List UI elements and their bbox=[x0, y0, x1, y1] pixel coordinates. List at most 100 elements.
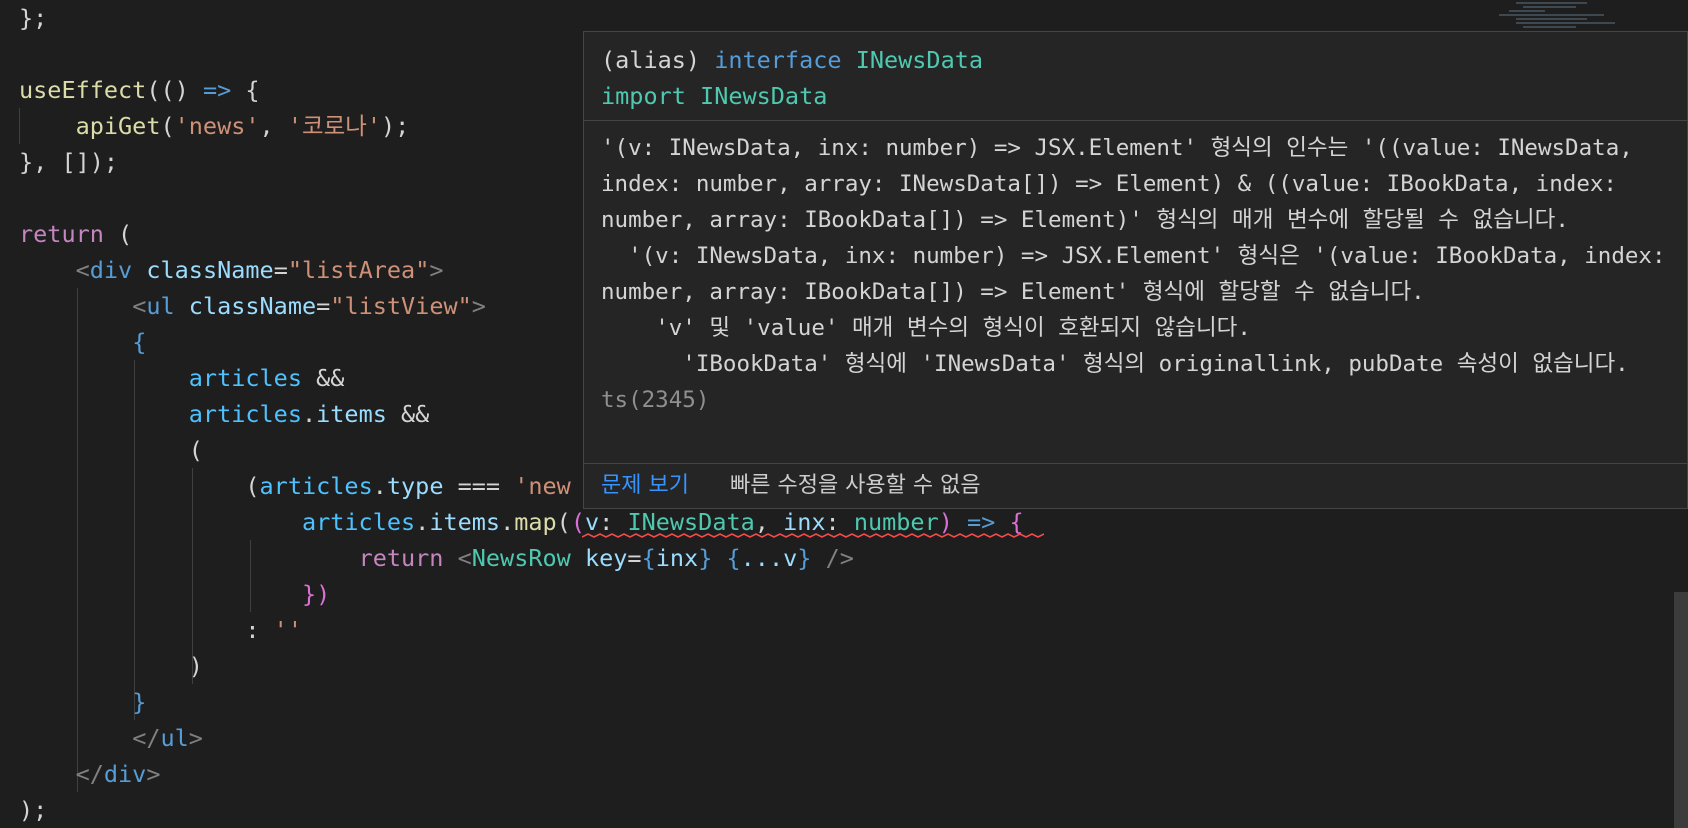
code-token: ul bbox=[146, 292, 175, 320]
code-token: ) bbox=[938, 508, 968, 536]
code-token: = bbox=[316, 292, 331, 320]
code-line[interactable]: ); bbox=[19, 792, 47, 828]
code-line[interactable]: ) bbox=[19, 648, 203, 684]
alias-prefix: (alias) bbox=[601, 46, 715, 74]
code-token: number bbox=[853, 508, 939, 536]
code-token: } bbox=[698, 544, 713, 572]
code-token: className bbox=[188, 292, 317, 320]
code-token: v bbox=[584, 508, 600, 536]
code-token: : bbox=[599, 508, 628, 536]
error-code: ts(2345) bbox=[601, 387, 710, 413]
code-token: inx bbox=[655, 544, 699, 572]
code-token: , bbox=[259, 112, 288, 140]
code-token: articles bbox=[301, 508, 416, 536]
code-token: ); bbox=[19, 796, 48, 824]
code-token: articles bbox=[188, 400, 302, 428]
code-token: => bbox=[202, 76, 232, 104]
code-token: items bbox=[429, 508, 501, 536]
code-token: return bbox=[19, 220, 104, 248]
code-token: ); bbox=[381, 112, 410, 140]
code-token: { bbox=[132, 328, 147, 356]
code-token: ( bbox=[188, 436, 203, 464]
code-line[interactable]: }) bbox=[19, 576, 330, 612]
scrollbar-thumb[interactable] bbox=[1674, 592, 1688, 828]
code-line[interactable]: <div className="listArea"> bbox=[19, 252, 444, 288]
code-token: ) bbox=[188, 652, 203, 680]
import-keyword: import bbox=[601, 82, 686, 110]
code-token: 'news' bbox=[174, 112, 260, 140]
code-token: { bbox=[726, 544, 741, 572]
code-token: div bbox=[103, 760, 147, 788]
code-line[interactable]: } bbox=[19, 684, 146, 720]
code-token: (() bbox=[146, 76, 203, 104]
code-token: articles bbox=[259, 472, 373, 500]
code-token: { bbox=[231, 76, 260, 104]
code-token: }; bbox=[19, 4, 48, 32]
code-line[interactable]: { bbox=[19, 324, 146, 360]
code-token: type bbox=[386, 472, 444, 500]
code-line[interactable]: articles && bbox=[19, 360, 345, 396]
code-token: div bbox=[89, 256, 133, 284]
code-line[interactable]: return ( bbox=[19, 216, 132, 252]
code-line[interactable]: </div> bbox=[19, 756, 161, 792]
code-token: 'new bbox=[514, 472, 571, 500]
code-line[interactable]: useEffect(() => { bbox=[19, 72, 260, 108]
code-line[interactable]: articles.items && bbox=[19, 396, 430, 432]
code-token: "listArea" bbox=[287, 256, 430, 284]
code-token: ( bbox=[160, 112, 175, 140]
code-line[interactable]: <ul className="listView"> bbox=[19, 288, 486, 324]
code-token: useEffect bbox=[19, 76, 147, 104]
code-line[interactable]: }, []); bbox=[19, 144, 118, 180]
code-line[interactable]: </ul> bbox=[19, 720, 203, 756]
error-message: '(v: INewsData, inx: number) => JSX.Elem… bbox=[601, 130, 1681, 418]
code-token: ( bbox=[245, 472, 260, 500]
code-token: ( bbox=[556, 508, 571, 536]
hover-status-bar: 문제 보기 빠른 수정을 사용할 수 없음 bbox=[584, 463, 1687, 508]
code-line[interactable]: apiGet('news', '코로나'); bbox=[19, 108, 410, 144]
code-token: > bbox=[429, 256, 444, 284]
code-token: ul bbox=[160, 724, 189, 752]
code-line[interactable]: }; bbox=[19, 0, 47, 36]
minimap[interactable] bbox=[1446, 0, 1622, 34]
code-token: . bbox=[415, 508, 430, 536]
hover-signature: (alias) interface INewsData import INews… bbox=[601, 42, 983, 114]
code-token: apiGet bbox=[75, 112, 161, 140]
code-token: . bbox=[500, 508, 515, 536]
code-token: : bbox=[825, 508, 854, 536]
code-token: inx bbox=[783, 508, 826, 536]
code-token: = bbox=[627, 544, 642, 572]
code-token: }, []); bbox=[19, 148, 119, 176]
code-token: . bbox=[301, 400, 317, 428]
code-line[interactable]: ( bbox=[19, 432, 203, 468]
code-line[interactable]: return <NewsRow key={inx} {...v} /> bbox=[19, 540, 854, 576]
code-token: < bbox=[457, 544, 472, 572]
view-problem-link[interactable]: 문제 보기 bbox=[601, 464, 689, 508]
code-line[interactable]: : '' bbox=[19, 612, 302, 648]
code-line[interactable]: (articles.type === 'new bbox=[19, 468, 571, 504]
no-quick-fix-label: 빠른 수정을 사용할 수 없음 bbox=[730, 473, 981, 498]
code-token: . bbox=[372, 472, 387, 500]
code-token: : bbox=[245, 616, 274, 644]
code-token: key bbox=[584, 544, 628, 572]
code-token: && bbox=[301, 364, 345, 392]
code-token: articles bbox=[188, 364, 302, 392]
code-token: > bbox=[146, 760, 161, 788]
error-message-text: '(v: INewsData, inx: number) => JSX.Elem… bbox=[601, 135, 1666, 377]
hover-popup: (alias) interface INewsData import INews… bbox=[583, 31, 1688, 509]
code-token: ...v bbox=[740, 544, 798, 572]
code-token: className bbox=[146, 256, 274, 284]
code-token: "listView" bbox=[330, 292, 472, 320]
